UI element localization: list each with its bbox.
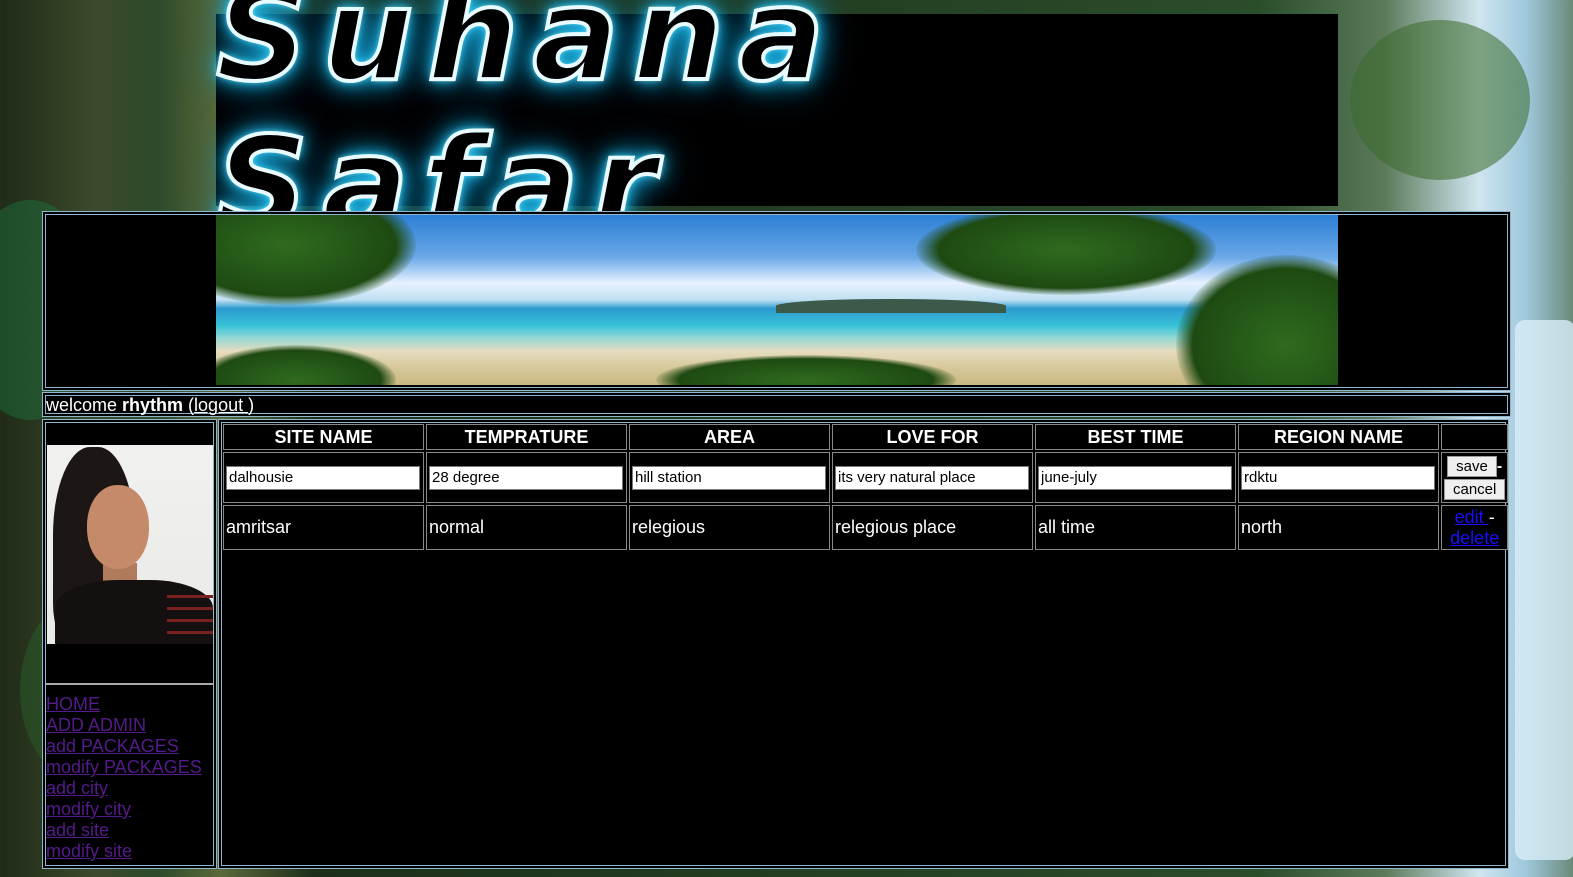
admin-profile-photo (47, 445, 213, 644)
island-shape (776, 299, 1006, 313)
menu-modify-city[interactable]: modify city (46, 799, 202, 820)
region-name-input[interactable] (1241, 465, 1435, 490)
region-name-cell: north (1238, 505, 1439, 550)
edit-cell (426, 452, 627, 503)
header-best-time: BEST TIME (1035, 424, 1236, 450)
menu-add-packages[interactable]: add PACKAGES (46, 736, 202, 757)
header-temperature: TEMPRATURE (426, 424, 627, 450)
header-region-name: REGION NAME (1238, 424, 1439, 450)
palm-leaves (216, 215, 416, 305)
love-for-input[interactable] (835, 465, 1029, 490)
photo-face (87, 485, 149, 569)
edit-row: save- cancel (223, 452, 1509, 503)
menu-add-site[interactable]: add site (46, 820, 202, 841)
dash-separator: - (1488, 506, 1495, 527)
background-waterfall (1515, 320, 1573, 860)
welcome-bar (42, 392, 1511, 417)
menu-add-admin[interactable]: ADD ADMIN (46, 715, 202, 736)
area-input[interactable] (632, 465, 826, 490)
sites-table: SITE NAME TEMPRATURE AREA LOVE FOR BEST … (221, 422, 1510, 552)
photo-stripe (167, 595, 213, 598)
username: rhythm (122, 395, 184, 415)
admin-menu: HOME ADD ADMIN add PACKAGES modify PACKA… (46, 694, 202, 862)
table-header-row: SITE NAME TEMPRATURE AREA LOVE FOR BEST … (223, 424, 1509, 450)
logout-link[interactable]: logout (194, 395, 248, 415)
site-logo: Suhana Safar (214, 0, 1338, 261)
site-name-input[interactable] (226, 465, 420, 490)
save-button[interactable]: save (1447, 455, 1497, 477)
beach-banner-image (216, 215, 1338, 385)
temperature-input[interactable] (429, 465, 623, 490)
edit-cell (223, 452, 424, 503)
site-name-cell: amritsar (223, 505, 424, 550)
header-love-for: LOVE FOR (832, 424, 1033, 450)
edit-cell (1238, 452, 1439, 503)
photo-stripe (167, 607, 213, 610)
menu-modify-packages[interactable]: modify PACKAGES (46, 757, 202, 778)
dash-separator: - (1496, 457, 1503, 475)
header-area: AREA (629, 424, 830, 450)
delete-link[interactable]: delete (1450, 528, 1499, 548)
photo-stripe (167, 631, 213, 634)
best-time-cell: all time (1035, 505, 1236, 550)
menu-modify-site[interactable]: modify site (46, 841, 202, 862)
edit-link[interactable]: edit (1455, 507, 1489, 527)
edit-actions: save - cancel (1441, 452, 1509, 503)
welcome-prefix: welcome (46, 395, 123, 415)
photo-sweater (55, 580, 213, 644)
beach-plants (656, 355, 956, 385)
table-row: amritsar normal relegious relegious plac… (223, 505, 1509, 550)
header-site-name: SITE NAME (223, 424, 424, 450)
area-cell: relegious (629, 505, 830, 550)
edit-cell (832, 452, 1033, 503)
menu-add-city[interactable]: add city (46, 778, 202, 799)
header-actions (1441, 424, 1509, 450)
love-for-cell: relegious place (832, 505, 1033, 550)
sidebar-divider (46, 683, 214, 685)
edit-cell (1035, 452, 1236, 503)
palm-leaves (916, 215, 1216, 295)
menu-home[interactable]: HOME (46, 694, 202, 715)
cancel-button[interactable]: cancel (1444, 478, 1506, 500)
photo-stripe (167, 619, 213, 622)
beach-plants (216, 345, 396, 385)
temperature-cell: normal (426, 505, 627, 550)
welcome-message: welcome rhythm (logout ) (46, 394, 254, 416)
paren-close: ) (248, 395, 255, 415)
palm-leaves (1176, 255, 1338, 385)
row-actions: edit - delete (1441, 505, 1509, 550)
edit-cell (629, 452, 830, 503)
paren-open: ( (183, 395, 195, 415)
background-foliage (1350, 20, 1530, 180)
best-time-input[interactable] (1038, 465, 1232, 490)
